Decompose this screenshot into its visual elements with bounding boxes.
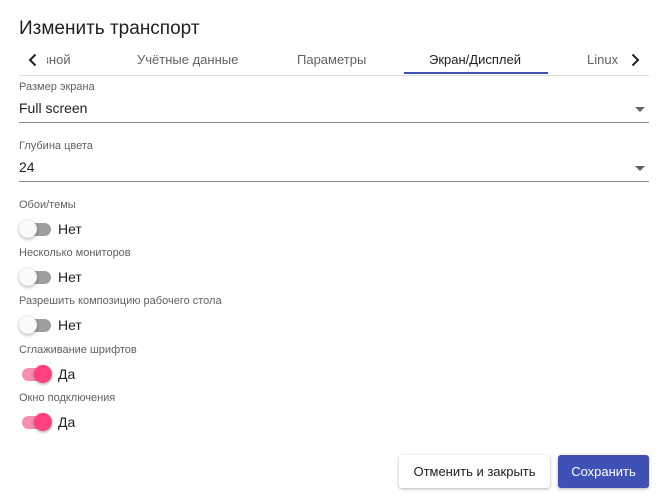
desktop-composition-state: Нет: [58, 317, 82, 333]
caret-down-icon: [635, 107, 645, 112]
font-smoothing-state: Да: [58, 366, 76, 382]
active-tab-indicator: [404, 72, 548, 74]
color-depth-select[interactable]: 24: [19, 155, 649, 182]
toggle-thumb: [34, 413, 52, 431]
toggle-thumb: [19, 220, 37, 238]
save-button[interactable]: Сохранить: [558, 455, 649, 488]
tab-credentials[interactable]: Учётные данные: [137, 44, 238, 73]
toggle-thumb: [34, 365, 52, 383]
tab-scroll-right-button[interactable]: [621, 44, 649, 75]
color-depth-label: Глубина цвета: [19, 140, 93, 152]
chevron-right-icon: [631, 53, 640, 66]
tab-linux[interactable]: Linux: [587, 44, 618, 73]
tab-display[interactable]: Экран/Дисплей: [429, 44, 521, 73]
color-depth-value: 24: [19, 159, 35, 175]
toggle-thumb: [19, 316, 37, 334]
connection-window-state: Да: [58, 414, 76, 430]
chevron-left-icon: [28, 53, 37, 66]
connection-window-label: Окно подключения: [19, 392, 116, 404]
tab-list: вной Учётные данные Параметры Экран/Дисп…: [19, 44, 649, 75]
caret-down-icon: [635, 166, 645, 171]
font-smoothing-label: Сглаживание шрифтов: [19, 344, 137, 356]
multi-monitor-state: Нет: [58, 269, 82, 285]
tab-scroll-left-button[interactable]: [19, 44, 47, 75]
tab-bar: вной Учётные данные Параметры Экран/Дисп…: [19, 44, 649, 76]
wallpaper-label: Обои/темы: [19, 199, 76, 211]
screen-size-value: Full screen: [19, 100, 88, 116]
screen-size-select[interactable]: Full screen: [19, 96, 649, 123]
desktop-composition-label: Разрешить композицию рабочего стола: [19, 295, 222, 307]
dialog-title: Изменить транспорт: [19, 18, 200, 39]
multi-monitor-label: Несколько мониторов: [19, 247, 131, 259]
screen-size-label: Размер экрана: [19, 81, 95, 93]
tab-parameters[interactable]: Параметры: [297, 44, 366, 73]
cancel-and-close-button[interactable]: Отменить и закрыть: [399, 455, 550, 488]
toggle-thumb: [19, 268, 37, 286]
wallpaper-state: Нет: [58, 221, 82, 237]
